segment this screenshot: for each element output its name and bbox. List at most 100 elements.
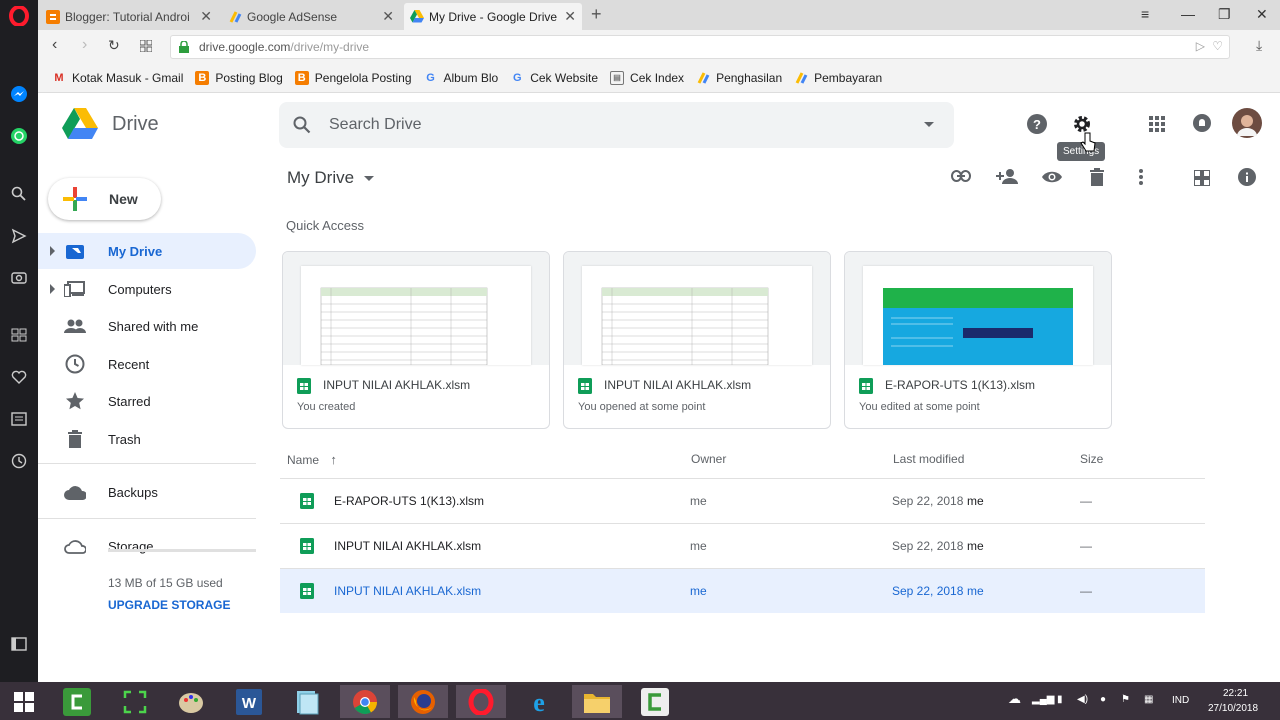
column-header-owner[interactable]: Owner xyxy=(691,452,726,466)
quick-access-card[interactable]: INPUT NILAI AKHLAK.xlsm You created xyxy=(282,251,550,429)
table-row-selected[interactable]: INPUT NILAI AKHLAK.xlsm me Sep 22, 2018 … xyxy=(280,568,1205,613)
taskbar-paint[interactable] xyxy=(166,685,216,718)
tray-app-icon[interactable]: ▦ xyxy=(1144,694,1153,705)
apps-grid-icon[interactable] xyxy=(1149,116,1165,132)
quick-access-card[interactable]: E-RAPOR-UTS 1(K13).xlsm You edited at so… xyxy=(844,251,1112,429)
download-icon[interactable]: ⤓ xyxy=(1256,37,1262,54)
column-header-size[interactable]: Size xyxy=(1080,452,1103,466)
opera-menu-icon[interactable] xyxy=(9,6,29,26)
bookmark-pengelola-posting[interactable]: B Pengelola Posting xyxy=(294,70,412,85)
speed-dial-icon[interactable] xyxy=(9,325,29,345)
back-button[interactable]: ‹ xyxy=(52,36,57,54)
expand-arrow-icon[interactable] xyxy=(50,284,55,294)
sort-arrow-up-icon[interactable]: ↑ xyxy=(330,452,337,467)
taskbar-camtasia-recorder[interactable] xyxy=(630,685,680,718)
add-person-icon[interactable] xyxy=(996,168,1018,184)
flag-icon[interactable]: ⚑ xyxy=(1121,694,1130,705)
table-row[interactable]: INPUT NILAI AKHLAK.xlsm me Sep 22, 2018 … xyxy=(280,523,1205,568)
taskbar-firefox[interactable] xyxy=(398,685,448,718)
bookmark-gmail[interactable]: M Kotak Masuk - Gmail xyxy=(52,71,183,85)
maximize-button[interactable]: ❐ xyxy=(1218,6,1231,23)
tab-adsense[interactable]: Google AdSense ✕ xyxy=(222,3,400,30)
notifications-bell-icon[interactable] xyxy=(1193,114,1211,132)
nav-trash[interactable]: Trash xyxy=(38,421,256,457)
bookmark-album-blo[interactable]: G Album Blo xyxy=(424,71,498,85)
taskbar-edge[interactable]: e xyxy=(514,685,564,718)
nav-computers[interactable]: Computers xyxy=(38,271,256,307)
delete-icon[interactable] xyxy=(1090,168,1104,186)
clock-date[interactable]: 27/10/2018 xyxy=(1208,703,1258,714)
chrome-tray-icon[interactable]: ● xyxy=(1100,694,1106,705)
file-size: — xyxy=(1080,494,1092,508)
breadcrumb[interactable]: My Drive xyxy=(287,168,375,188)
url-field[interactable]: drive.google.com/drive/my-drive ▷ ♡ xyxy=(170,35,1230,59)
close-tab-icon[interactable]: ✕ xyxy=(200,8,212,25)
bookmark-penghasilan[interactable]: Penghasilan xyxy=(696,71,782,85)
column-header-last-modified[interactable]: Last modified xyxy=(893,452,964,466)
tab-menu-icon[interactable]: ≡ xyxy=(1141,6,1149,22)
taskbar-file-explorer[interactable] xyxy=(572,685,622,718)
start-button[interactable] xyxy=(0,685,48,718)
bookmark-pembayaran[interactable]: Pembayaran xyxy=(794,71,882,85)
search-input[interactable]: Search Drive xyxy=(279,102,954,148)
help-icon[interactable]: ? xyxy=(1027,114,1047,134)
bookmark-posting-blog[interactable]: B Posting Blog xyxy=(195,70,283,85)
messenger-icon[interactable] xyxy=(9,84,29,104)
grid-view-icon[interactable] xyxy=(1194,170,1210,186)
onedrive-cloud-icon[interactable]: ☁ xyxy=(1008,691,1021,707)
tab-blogger[interactable]: Blogger: Tutorial Android ✕ xyxy=(40,3,218,30)
reload-button[interactable]: ↻ xyxy=(108,37,120,54)
expand-arrow-icon[interactable] xyxy=(50,246,55,256)
search-icon[interactable] xyxy=(9,184,29,204)
battery-icon[interactable]: ▮ xyxy=(1057,694,1063,705)
info-icon[interactable] xyxy=(1238,168,1256,186)
nav-starred[interactable]: Starred xyxy=(38,383,256,419)
close-tab-icon[interactable]: ✕ xyxy=(564,8,576,25)
link-icon[interactable] xyxy=(951,170,971,182)
tab-my-drive[interactable]: My Drive - Google Drive ✕ xyxy=(404,3,582,30)
drive-logo[interactable]: Drive xyxy=(62,108,159,140)
forward-button[interactable]: › xyxy=(82,36,87,54)
nav-my-drive[interactable]: My Drive xyxy=(38,233,256,269)
camera-icon[interactable] xyxy=(9,267,29,287)
more-options-icon[interactable] xyxy=(1138,168,1144,186)
nav-shared-with-me[interactable]: Shared with me xyxy=(38,308,256,344)
settings-gear-icon[interactable] xyxy=(1072,114,1092,134)
nav-backups[interactable]: Backups xyxy=(38,474,256,510)
column-header-name[interactable]: Name ↑ xyxy=(287,452,337,467)
bookmark-heart-icon[interactable]: ♡ xyxy=(1212,39,1223,53)
quick-access-card[interactable]: INPUT NILAI AKHLAK.xlsm You opened at so… xyxy=(563,251,831,429)
whatsapp-icon[interactable] xyxy=(9,126,29,146)
history-icon[interactable] xyxy=(9,451,29,471)
upgrade-storage-link[interactable]: UPGRADE STORAGE xyxy=(108,598,230,612)
nav-storage[interactable]: Storage xyxy=(38,528,256,564)
clock-time[interactable]: 22:21 xyxy=(1223,688,1248,699)
close-tab-icon[interactable]: ✕ xyxy=(382,8,394,25)
avatar[interactable] xyxy=(1232,108,1262,138)
speed-dial-icon[interactable] xyxy=(140,40,152,52)
bookmark-cek-website[interactable]: G Cek Website xyxy=(510,71,598,85)
close-window-button[interactable]: ✕ xyxy=(1256,6,1268,23)
taskbar-notepad[interactable] xyxy=(282,685,332,718)
volume-icon[interactable]: ◀) xyxy=(1077,694,1088,705)
nav-recent[interactable]: Recent xyxy=(38,346,256,382)
network-icon[interactable]: ▂▄▆ xyxy=(1032,694,1054,705)
taskbar-word[interactable]: W xyxy=(224,685,274,718)
table-row[interactable]: E-RAPOR-UTS 1(K13).xlsm me Sep 22, 2018 … xyxy=(280,478,1205,523)
search-options-icon[interactable] xyxy=(924,122,934,127)
taskbar-opera[interactable] xyxy=(456,685,506,718)
flow-icon[interactable]: ▷ xyxy=(1196,39,1205,53)
taskbar-camtasia[interactable] xyxy=(52,685,102,718)
new-button[interactable]: New xyxy=(48,178,161,220)
minimize-button[interactable]: — xyxy=(1181,6,1195,22)
taskbar-capture[interactable] xyxy=(110,685,160,718)
new-tab-button[interactable]: + xyxy=(591,4,602,25)
taskbar-chrome[interactable] xyxy=(340,685,390,718)
preview-eye-icon[interactable] xyxy=(1041,170,1063,184)
bookmark-cek-index[interactable]: ▤ Cek Index xyxy=(610,70,684,85)
language-indicator[interactable]: IND xyxy=(1172,695,1189,706)
heart-icon[interactable] xyxy=(9,367,29,387)
send-icon[interactable] xyxy=(9,226,29,246)
sidebar-toggle-icon[interactable] xyxy=(9,634,29,654)
news-icon[interactable] xyxy=(9,409,29,429)
